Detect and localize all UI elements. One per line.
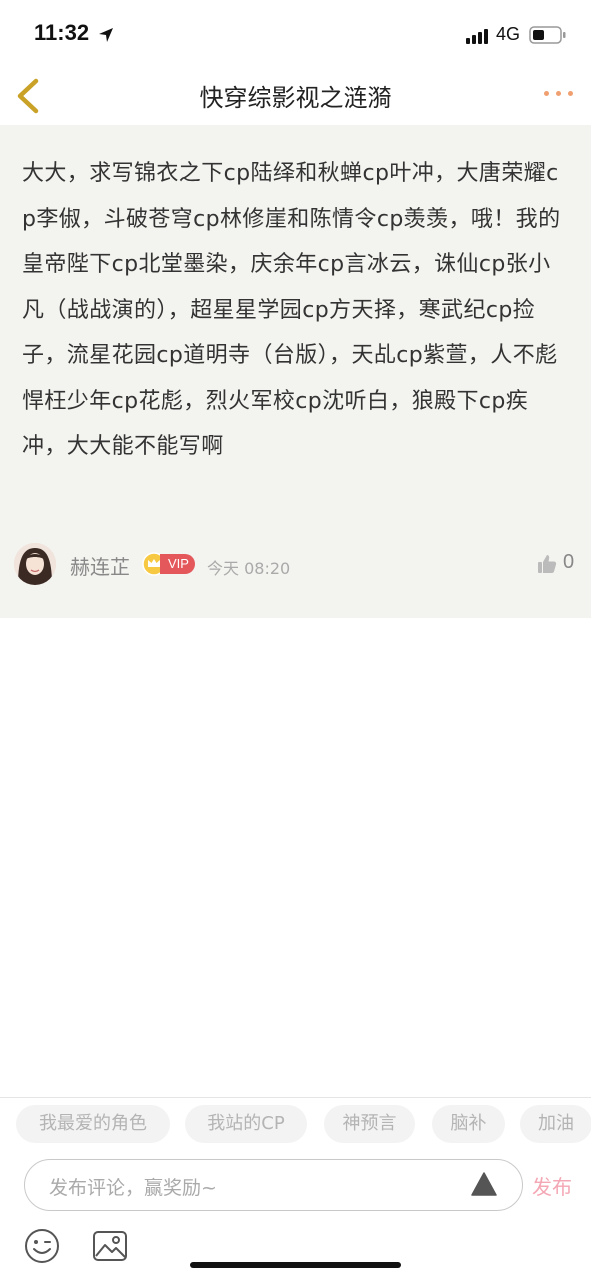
location-arrow-icon <box>99 28 113 42</box>
home-indicator <box>190 1262 401 1268</box>
status-time: 11:32 <box>34 20 90 45</box>
post-content: 大大，求写锦衣之下cp陆绎和秋蝉cp叶冲，大唐荣耀cp李俶，斗破苍穹cp林修崖和… <box>22 161 561 459</box>
chip-imagination[interactable]: 脑补 <box>432 1105 505 1143</box>
triangle-icon[interactable] <box>471 1172 497 1196</box>
emoji-icon[interactable] <box>24 1228 60 1264</box>
avatar-portrait-icon <box>14 543 56 585</box>
quick-reply-chips: 我最爱的角色 我站的CP 神预言 脑补 加油 <box>0 1105 591 1145</box>
chip-favorite-character[interactable]: 我最爱的角色 <box>16 1105 170 1143</box>
chip-prophecy[interactable]: 神预言 <box>324 1105 415 1143</box>
bottom-divider <box>0 1097 591 1098</box>
network-label: 4G <box>496 24 521 44</box>
chip-cheer[interactable]: 加油 <box>520 1105 591 1143</box>
thumbs-up-icon[interactable] <box>537 554 557 574</box>
comment-placeholder: 发布评论，赢奖励~ <box>49 1177 217 1199</box>
chip-my-cp[interactable]: 我站的CP <box>185 1105 307 1143</box>
signal-icon <box>466 28 490 44</box>
comment-post: 大大，求写锦衣之下cp陆绎和秋蝉cp叶冲，大唐荣耀cp李俶，斗破苍穹cp林修崖和… <box>0 125 591 618</box>
page-title: 快穿综影视之涟漪 <box>199 84 392 112</box>
comment-detail-screen: 11:32 4G 快穿综影视之涟漪 大大，求写锦衣之下cp陆绎和秋蝉cp叶冲，大… <box>0 0 591 1280</box>
publish-button[interactable]: 发布 <box>532 1171 572 1200</box>
author-avatar[interactable] <box>14 543 56 585</box>
post-time: 今天 08:20 <box>207 559 291 578</box>
comment-input[interactable]: 发布评论，赢奖励~ <box>24 1159 523 1211</box>
nav-header: 快穿综影视之涟漪 <box>0 70 591 125</box>
author-name[interactable]: 赫连芷 <box>70 551 130 580</box>
vip-badge: VIP <box>160 554 195 574</box>
more-dots-icon[interactable] <box>544 91 574 99</box>
like-count: 0 <box>563 551 575 573</box>
image-icon[interactable] <box>92 1230 128 1262</box>
battery-icon <box>529 26 566 44</box>
status-bar: 11:32 4G <box>0 0 591 70</box>
